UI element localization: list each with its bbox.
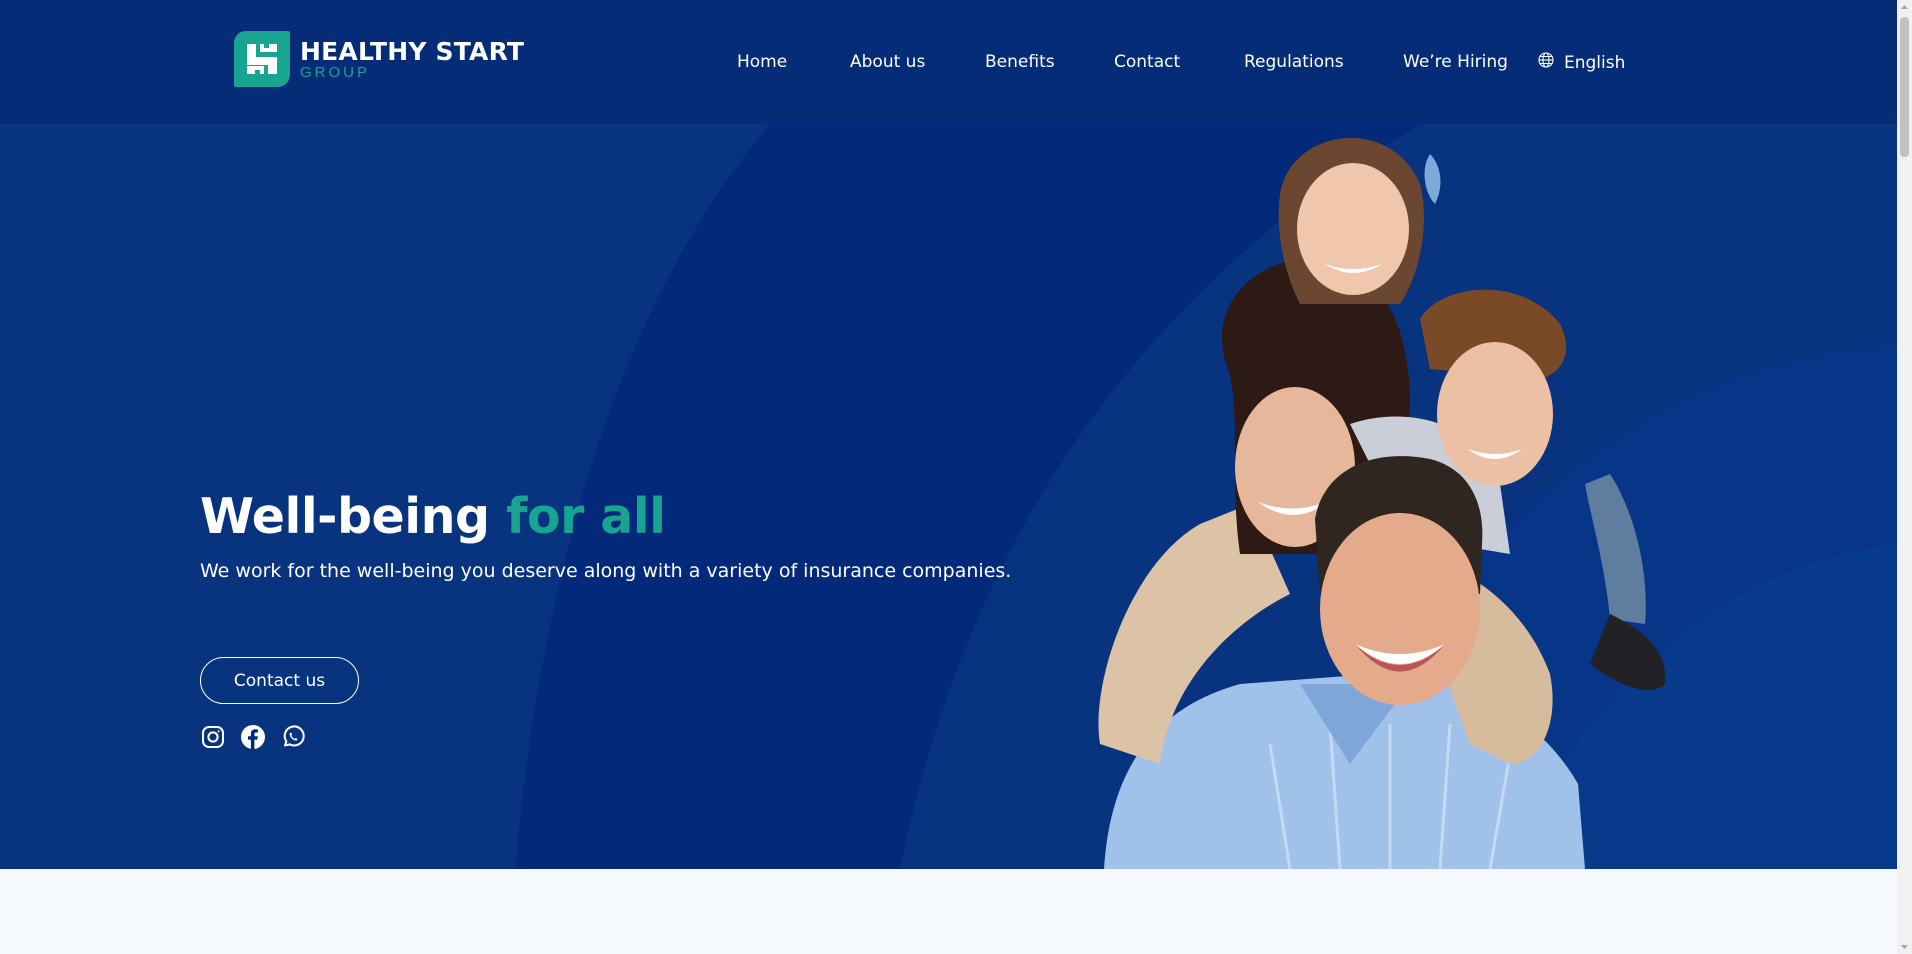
social-links	[200, 724, 320, 750]
hero-subtitle: We work for the well-being you deserve a…	[200, 560, 1012, 582]
scroll-down-arrow-icon[interactable]	[1897, 939, 1912, 954]
nav-home[interactable]: Home	[737, 52, 787, 72]
scrollbar-thumb[interactable]	[1900, 17, 1909, 157]
language-selector[interactable]: English	[1538, 52, 1625, 73]
hero-section: Well-being for all We work for the well-…	[0, 124, 1897, 869]
scroll-up-arrow-icon[interactable]	[1897, 0, 1912, 15]
nav-hiring[interactable]: We’re Hiring	[1403, 52, 1508, 72]
site-header: HEALTHY START GROUP Home About us Benefi…	[0, 0, 1897, 124]
facebook-icon[interactable]	[240, 724, 266, 750]
hero-title: Well-being for all	[200, 488, 666, 545]
nav-contact[interactable]: Contact	[1114, 52, 1180, 72]
hero-title-accent: for all	[506, 488, 666, 545]
language-label: English	[1564, 52, 1626, 73]
nav-benefits[interactable]: Benefits	[985, 52, 1055, 72]
globe-icon	[1538, 52, 1554, 73]
whatsapp-icon[interactable]	[280, 724, 306, 750]
page: HEALTHY START GROUP Home About us Benefi…	[0, 0, 1897, 954]
nav-regulations[interactable]: Regulations	[1244, 52, 1344, 72]
contact-us-button[interactable]: Contact us	[200, 657, 359, 704]
page-scrollbar[interactable]	[1897, 0, 1912, 954]
hero-title-main: Well-being	[200, 488, 490, 545]
family-photo	[1098, 137, 1666, 869]
instagram-icon[interactable]	[200, 724, 226, 750]
nav-about-us[interactable]: About us	[850, 52, 925, 72]
